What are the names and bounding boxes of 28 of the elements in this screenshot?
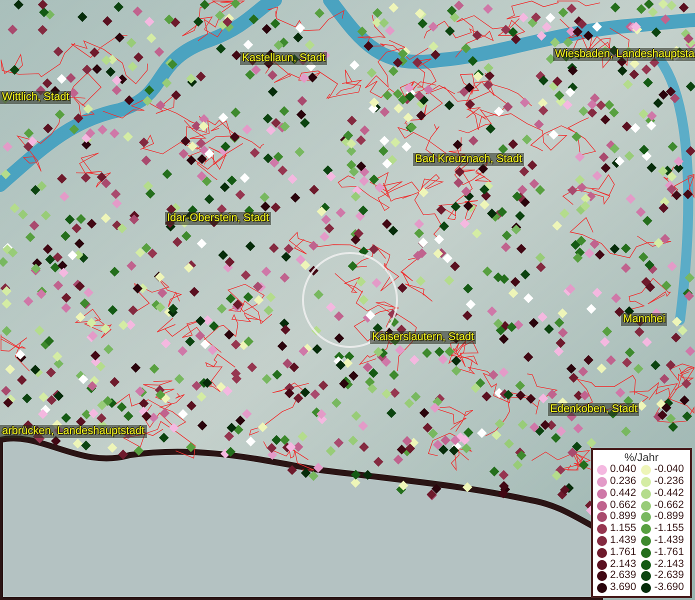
legend-value: 0.899 [610,511,636,524]
legend-value: 1.439 [610,535,636,547]
legend-value: 1.761 [610,546,636,559]
legend-value: -0.236 [654,476,684,488]
place-label: Wittlich, Stadt [0,91,72,104]
place-label: Bad Kreuznach, Stadt [413,153,524,166]
place-label: Mannhei [621,313,668,326]
place-label: arbrücken, Landeshauptstadt [0,425,146,438]
legend-value: 3.690 [610,582,636,594]
legend-value: 0.442 [610,488,636,500]
legend-value: -0.442 [654,488,684,500]
legend-value: 0.662 [610,500,636,512]
legend-value: -1.761 [654,546,684,559]
legend-value: 2.639 [610,570,636,582]
legend-value: -0.040 [654,464,684,476]
legend-value: 2.143 [610,558,636,570]
legend-value: -0.899 [654,511,684,524]
legend-value: -1.155 [654,523,684,536]
legend-value: -2.639 [654,570,684,582]
legend-value: 1.155 [610,523,636,536]
legend-value: -2.143 [654,558,684,570]
legend-value: -0.662 [654,500,684,512]
legend-value: 0.236 [610,476,636,488]
place-label: Edenkoben, Stadt [548,403,640,416]
legend-title: %/Jahr [624,452,659,464]
legend-value: 0.040 [610,464,636,476]
legend-value: -1.439 [654,535,684,547]
legend-value: -3.690 [654,582,684,594]
